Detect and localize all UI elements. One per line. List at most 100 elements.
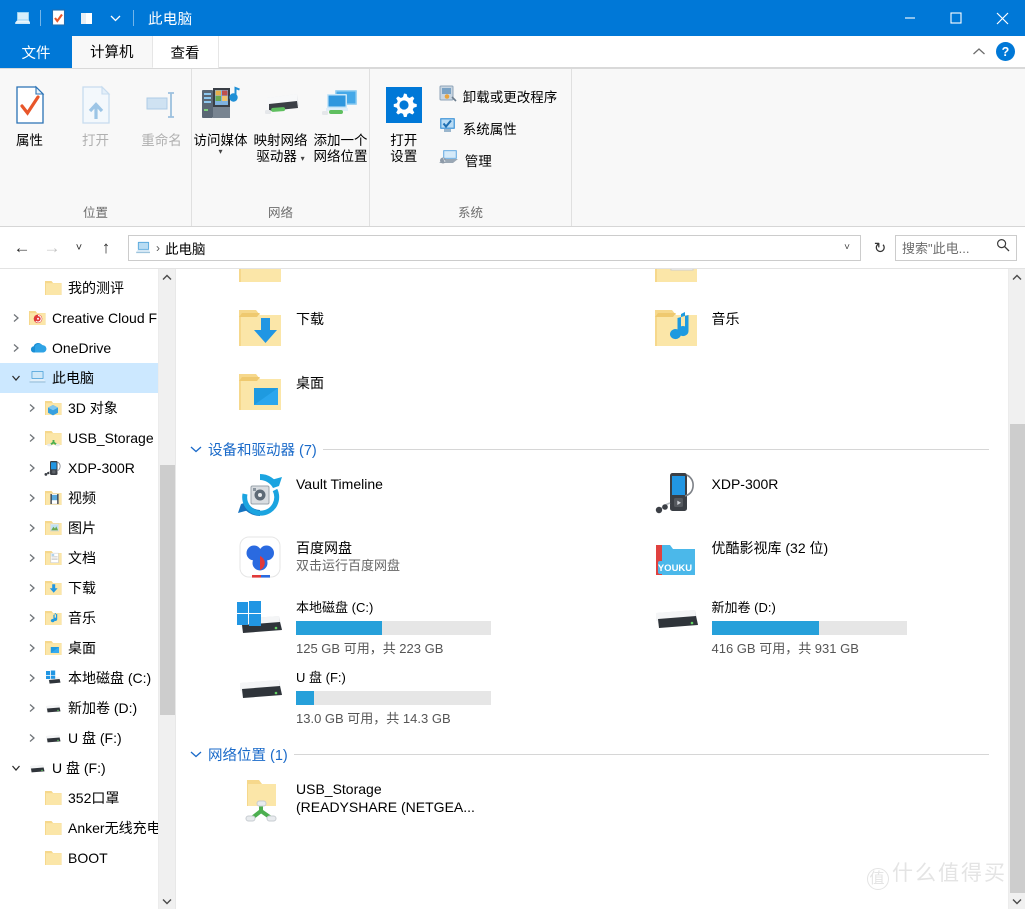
chevron-right-icon[interactable] <box>22 403 42 413</box>
sidebar-item-8[interactable]: 图片 <box>0 513 175 543</box>
chevron-right-icon[interactable] <box>22 643 42 653</box>
sidebar-item-12[interactable]: 桌面 <box>0 633 175 663</box>
chevron-right-icon[interactable] <box>22 523 42 533</box>
maximize-button[interactable] <box>933 0 979 36</box>
close-button[interactable] <box>979 0 1025 36</box>
add-network-location-label: 添加一个 网络位置 <box>313 133 368 164</box>
address-input[interactable]: › 此电脑 ˅ <box>128 234 861 261</box>
file-scroll-down-arrow[interactable] <box>1009 893 1025 909</box>
list-item[interactable]: 桌面 <box>176 363 592 427</box>
navigation-scrollbar[interactable] <box>158 269 175 909</box>
manage-button[interactable]: 管理 <box>436 145 564 175</box>
sidebar-item-6[interactable]: XDP-300R <box>0 453 175 483</box>
list-item[interactable]: Vault Timeline <box>176 464 592 528</box>
system-properties-button[interactable]: 系统属性 <box>436 113 564 143</box>
chevron-down-icon[interactable] <box>190 749 202 761</box>
open-settings-button[interactable]: 打开 设置 <box>378 77 430 165</box>
chevron-down-icon[interactable] <box>190 444 202 456</box>
sidebar-item-5[interactable]: USB_Storage (F <box>0 423 175 453</box>
list-item[interactable]: 百度网盘 双击运行百度网盘 <box>176 528 592 592</box>
sidebar-item-0[interactable]: 我的测评 <box>0 273 175 303</box>
sidebar-item-16[interactable]: U 盘 (F:) <box>0 753 175 783</box>
chevron-right-icon[interactable] <box>22 553 42 563</box>
access-media-button[interactable]: 访问媒体 ▾ <box>192 77 250 156</box>
sidebar-item-4[interactable]: 3D 对象 <box>0 393 175 423</box>
address-dropdown-caret[interactable]: ˅ <box>838 242 856 253</box>
sidebar-item-3[interactable]: 此电脑 <box>0 363 175 393</box>
help-icon[interactable]: ? <box>996 42 1015 61</box>
file-scroll-thumb[interactable] <box>1010 424 1025 893</box>
uninstall-program-button[interactable]: 卸载或更改程序 <box>436 81 564 111</box>
properties-button[interactable]: 属性 <box>0 77 62 149</box>
add-network-location-button[interactable]: 添加一个 网络位置 <box>312 77 370 165</box>
recent-locations-button[interactable]: ˅ <box>68 234 90 262</box>
list-item[interactable]: U 盘 (F:) 13.0 GB 可用，共 14.3 GB <box>176 662 592 732</box>
open-button[interactable]: 打开 <box>64 77 128 149</box>
chevron-right-icon[interactable] <box>6 313 26 323</box>
file-scroll-up-arrow[interactable] <box>1009 269 1025 286</box>
list-item[interactable]: YOUKU 优酷影视库 (32 位) <box>592 528 1008 592</box>
file-list-scrollbar[interactable] <box>1008 269 1025 909</box>
sidebar-item-19[interactable]: BOOT <box>0 843 175 873</box>
chevron-right-icon[interactable] <box>22 493 42 503</box>
refresh-button[interactable]: ↻ <box>867 235 893 261</box>
sidebar-item-17[interactable]: 352口罩 <box>0 783 175 813</box>
chevron-right-icon[interactable] <box>22 433 42 443</box>
chevron-right-icon[interactable] <box>22 583 42 593</box>
sidebar-item-18[interactable]: Anker无线充电器 <box>0 813 175 843</box>
sidebar-item-14[interactable]: 新加卷 (D:) <box>0 693 175 723</box>
search-icon[interactable] <box>996 238 1010 257</box>
list-item[interactable]: 下载 <box>176 299 592 363</box>
list-item[interactable]: 本地磁盘 (C:) 125 GB 可用，共 223 GB <box>176 592 592 662</box>
list-item[interactable]: USB_Storage (READYSHARE (NETGEA... <box>176 769 592 833</box>
this-pc-icon[interactable] <box>8 5 36 31</box>
chevron-right-icon[interactable] <box>22 673 42 683</box>
access-media-dropdown-caret[interactable]: ▾ <box>218 148 222 156</box>
minimize-button[interactable] <box>887 0 933 36</box>
list-item[interactable] <box>592 269 1008 299</box>
tab-computer[interactable]: 计算机 <box>72 36 153 68</box>
breadcrumb-label[interactable]: 此电脑 <box>165 238 206 258</box>
chevron-right-icon[interactable] <box>22 703 42 713</box>
list-item[interactable]: XDP-300R <box>592 464 1008 528</box>
chevron-right-icon[interactable] <box>6 343 26 353</box>
tab-file[interactable]: 文件 <box>0 36 72 68</box>
quick-access-toolbar <box>0 5 138 31</box>
back-button[interactable]: ← <box>8 234 36 262</box>
sidebar-item-9[interactable]: 文档 <box>0 543 175 573</box>
chevron-down-icon[interactable] <box>6 373 26 383</box>
nav-scroll-down-arrow[interactable] <box>159 893 175 909</box>
list-item[interactable]: 新加卷 (D:) 416 GB 可用，共 931 GB <box>592 592 1008 662</box>
chevron-right-icon[interactable] <box>22 463 42 473</box>
quick-access-dropdown-caret[interactable] <box>101 5 129 31</box>
map-network-drive-button[interactable]: 映射网络 驱动器 ▾ <box>252 77 310 165</box>
group-header-network[interactable]: 网络位置 (1) <box>176 738 1007 769</box>
nav-scroll-up-arrow[interactable] <box>159 269 175 286</box>
search-input[interactable]: 搜索"此电... <box>902 238 992 257</box>
breadcrumb[interactable]: › 此电脑 <box>135 238 206 258</box>
sidebar-item-15[interactable]: U 盘 (F:) <box>0 723 175 753</box>
sidebar-item-10[interactable]: 下载 <box>0 573 175 603</box>
properties-icon[interactable] <box>45 5 73 31</box>
chevron-up-icon[interactable] <box>972 45 986 59</box>
chevron-down-icon[interactable] <box>6 763 26 773</box>
sidebar-item-7[interactable]: 视频 <box>0 483 175 513</box>
new-folder-icon[interactable] <box>73 5 101 31</box>
list-item[interactable]: 音乐 <box>592 299 1008 363</box>
list-item[interactable] <box>176 269 592 299</box>
tab-view[interactable]: 查看 <box>152 36 219 68</box>
sidebar-item-11[interactable]: 音乐 <box>0 603 175 633</box>
sidebar-item-2[interactable]: OneDrive <box>0 333 175 363</box>
chevron-right-icon[interactable] <box>22 733 42 743</box>
file-list-pane[interactable]: 下载 音乐 桌面 设备和驱动器 (7) Vault Timeline XDP-3… <box>176 269 1025 909</box>
forward-button[interactable]: → <box>38 234 66 262</box>
chevron-right-icon[interactable] <box>22 613 42 623</box>
nav-scroll-thumb[interactable] <box>160 465 175 715</box>
group-header-devices[interactable]: 设备和驱动器 (7) <box>176 433 1007 464</box>
up-button[interactable]: ↑ <box>92 234 120 262</box>
sidebar-item-13[interactable]: 本地磁盘 (C:) <box>0 663 175 693</box>
sidebar-item-1[interactable]: Creative Cloud F <box>0 303 175 333</box>
search-box[interactable]: 搜索"此电... <box>895 234 1017 261</box>
map-drive-dropdown-caret[interactable]: ▾ <box>301 154 305 163</box>
rename-button[interactable]: 重命名 <box>130 77 194 149</box>
